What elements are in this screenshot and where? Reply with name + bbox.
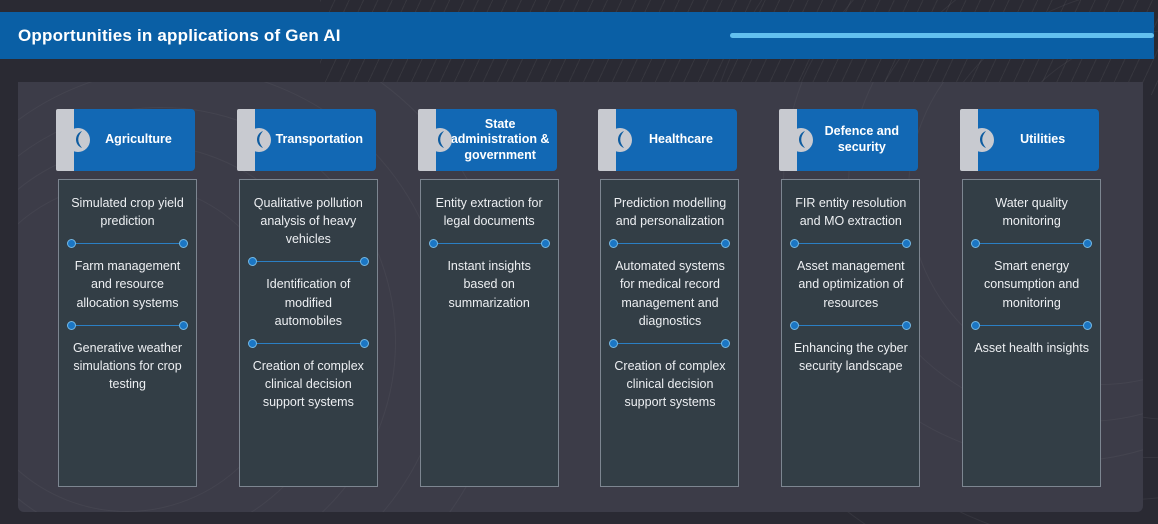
- item-divider: [971, 239, 1093, 249]
- item-divider: [790, 239, 912, 249]
- item-divider: [971, 320, 1093, 330]
- category-tab-label: Healthcare: [649, 132, 713, 147]
- category-tab[interactable]: Transportation: [236, 109, 376, 171]
- item-divider: [247, 257, 369, 267]
- chevron-left-icon: [973, 130, 992, 149]
- chevron-left-icon: [431, 130, 450, 149]
- category-column: Utilities Water quality monitoring Smart e…: [942, 109, 1123, 487]
- opportunity-item: Asset management and optimization of res…: [796, 259, 905, 310]
- category-card: Simulated crop yield prediction Farm mana…: [58, 179, 197, 487]
- tab-blue-body: Agriculture: [74, 109, 195, 171]
- opportunity-item: Entity extraction for legal documents: [435, 196, 543, 229]
- opportunity-item: Prediction modelling and personalization: [613, 196, 727, 229]
- page-title: Opportunities in applications of Gen AI: [18, 25, 341, 45]
- chevron-left-icon: [69, 130, 88, 149]
- tab-blue-body: State administration & government: [435, 109, 557, 171]
- category-tab[interactable]: State administration & government: [417, 109, 557, 171]
- tab-blue-body: Defence and security: [797, 109, 919, 171]
- category-tab-label: State administration & government: [450, 116, 550, 162]
- opportunity-item: Generative weather simulations for crop …: [72, 340, 183, 391]
- opportunity-item: Enhancing the cyber security landscape: [793, 340, 908, 373]
- slide-canvas: Opportunities in applications of Gen AI …: [0, 0, 1158, 524]
- opportunity-item: Automated systems for medical record man…: [615, 259, 725, 328]
- category-card: Entity extraction for legal documents Ins…: [419, 179, 559, 487]
- tab-blue-body: Healthcare: [616, 109, 738, 171]
- header-bar: Opportunities in applications of Gen AI: [0, 12, 1154, 59]
- category-column: State administration & government Entity …: [400, 109, 581, 487]
- category-card: Water quality monitoring Smart energy con…: [962, 179, 1102, 487]
- opportunity-item: Simulated crop yield prediction: [71, 196, 184, 229]
- category-tab[interactable]: Utilities: [960, 109, 1100, 171]
- category-column: Defence and security FIR entity resolutio…: [761, 109, 942, 487]
- opportunity-item: Asset health insights: [974, 340, 1089, 355]
- tab-blue-body: Transportation: [254, 109, 376, 171]
- opportunity-item: Farm management and resource allocation …: [74, 259, 181, 310]
- opportunity-item: Smart energy consumption and monitoring: [984, 259, 1080, 310]
- content-panel: Agriculture Simulated crop yield predicti…: [18, 82, 1143, 512]
- item-divider: [609, 239, 731, 249]
- item-divider: [67, 239, 188, 249]
- chevron-left-icon: [792, 130, 811, 149]
- category-tab-label: Utilities: [1020, 132, 1066, 147]
- opportunity-item: Instant insights based on summarization: [447, 259, 531, 310]
- category-columns: Agriculture Simulated crop yield predicti…: [38, 109, 1123, 487]
- header-accent-line: [730, 33, 1154, 38]
- category-tab[interactable]: Healthcare: [598, 109, 738, 171]
- category-column: Healthcare Prediction modelling and perso…: [580, 109, 761, 487]
- opportunity-item: Creation of complex clinical decision su…: [252, 358, 364, 409]
- tab-blue-body: Utilities: [978, 109, 1100, 171]
- chevron-left-icon: [250, 130, 269, 149]
- opportunity-item: FIR entity resolution and MO extraction: [795, 196, 907, 229]
- category-column: Transportation Qualitative pollution anal…: [219, 109, 400, 487]
- opportunity-item: Creation of complex clinical decision su…: [614, 358, 726, 409]
- category-card: Prediction modelling and personalization…: [600, 179, 740, 487]
- category-tab-label: Agriculture: [105, 132, 172, 147]
- item-divider: [247, 338, 369, 348]
- category-tab[interactable]: Defence and security: [779, 109, 919, 171]
- category-tab[interactable]: Agriculture: [56, 109, 195, 171]
- item-divider: [790, 320, 912, 330]
- category-card: FIR entity resolution and MO extraction A…: [781, 179, 921, 487]
- opportunity-item: Identification of modified automobiles: [266, 277, 351, 328]
- category-tab-label: Defence and security: [824, 124, 899, 154]
- item-divider: [67, 320, 188, 330]
- category-column: Agriculture Simulated crop yield predicti…: [38, 109, 219, 487]
- category-card: Qualitative pollution analysis of heavy …: [238, 179, 378, 487]
- item-divider: [428, 239, 550, 249]
- opportunity-item: Qualitative pollution analysis of heavy …: [253, 196, 363, 247]
- category-tab-label: Transportation: [275, 132, 364, 147]
- chevron-left-icon: [611, 130, 630, 149]
- opportunity-item: Water quality monitoring: [995, 196, 1068, 229]
- item-divider: [609, 338, 731, 348]
